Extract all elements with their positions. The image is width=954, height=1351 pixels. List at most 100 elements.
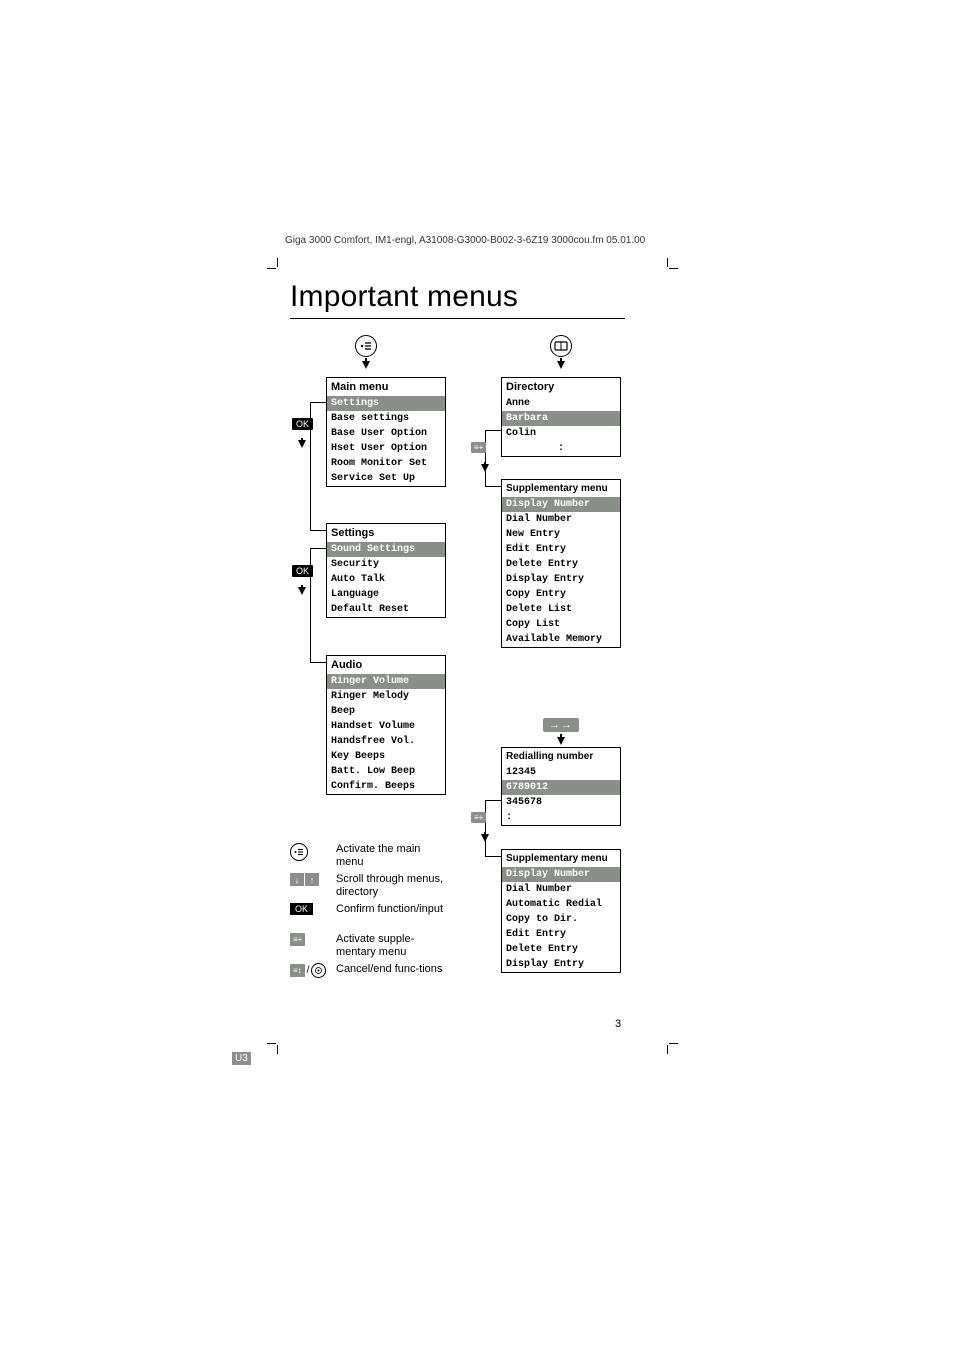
menu-item: Anne bbox=[502, 396, 620, 411]
directory-title: Directory bbox=[502, 378, 620, 396]
down-arrow-icon bbox=[362, 361, 370, 369]
redial-key-icon: →→ bbox=[543, 718, 579, 732]
menu-item: 345678 bbox=[502, 795, 620, 810]
document-header: Giga 3000 Comfort, IM1-engl, A31008-G300… bbox=[285, 235, 645, 246]
supplementary-title: Supplementary menu bbox=[502, 480, 620, 497]
menu-item: : bbox=[502, 810, 620, 825]
ok-badge: OK bbox=[292, 565, 313, 577]
crop-mark-top-left bbox=[267, 258, 281, 272]
menu-item: Colin bbox=[502, 426, 620, 441]
page-title: Important menus bbox=[290, 280, 518, 314]
supplementary-menu-box: Supplementary menu Display Number Dial N… bbox=[501, 479, 621, 648]
menu-item: Copy to Dir. bbox=[502, 912, 620, 927]
menu-item: Display Entry bbox=[502, 957, 620, 972]
menu-item: Available Memory bbox=[502, 632, 620, 647]
menu-item: Confirm. Beeps bbox=[327, 779, 445, 794]
menu-item: Security bbox=[327, 557, 445, 572]
corner-badge: U3 bbox=[232, 1052, 251, 1065]
main-menu-box: Main menu Settings Base settings Base Us… bbox=[326, 377, 446, 487]
menu-item: 6789012 bbox=[502, 780, 620, 795]
connector bbox=[485, 800, 501, 801]
menu-item: Room Monitor Set bbox=[327, 456, 445, 471]
directory-key-icon bbox=[550, 335, 572, 357]
crop-mark-bottom-left bbox=[267, 1040, 281, 1054]
ok-badge: OK bbox=[292, 418, 313, 430]
menu-item: Delete List bbox=[502, 602, 620, 617]
settings-box: Settings Sound Settings Security Auto Ta… bbox=[326, 523, 446, 618]
slash: / bbox=[307, 965, 310, 976]
menu-item: Beep bbox=[327, 704, 445, 719]
connector bbox=[485, 430, 486, 486]
menu-item: Edit Entry bbox=[502, 542, 620, 557]
supplementary-key-icon: ≡+ bbox=[290, 933, 305, 946]
menu-item: Display Number bbox=[502, 497, 620, 512]
audio-title: Audio bbox=[327, 656, 445, 674]
redialling-title: Redialling number bbox=[502, 748, 620, 765]
connector bbox=[485, 430, 501, 431]
supplementary-key-icon: ≡+ bbox=[471, 442, 486, 453]
menu-item: Base settings bbox=[327, 411, 445, 426]
menu-item: Handset Volume bbox=[327, 719, 445, 734]
menu-item: Key Beeps bbox=[327, 749, 445, 764]
menu-item: New Entry bbox=[502, 527, 620, 542]
connector bbox=[485, 800, 486, 856]
menu-item: Hset User Option bbox=[327, 441, 445, 456]
settings-title: Settings bbox=[327, 524, 445, 542]
back-key-icon: ≡↕ bbox=[290, 964, 305, 977]
down-arrow-icon bbox=[481, 834, 489, 842]
menu-item: Dial Number bbox=[502, 882, 620, 897]
end-key-icon bbox=[311, 963, 326, 978]
menu-item: Display Number bbox=[502, 867, 620, 882]
crop-mark-top-right bbox=[664, 258, 678, 272]
menu-item: Handsfree Vol. bbox=[327, 734, 445, 749]
down-arrow-icon bbox=[298, 587, 306, 595]
legend-text: Activate the main menu bbox=[336, 843, 446, 869]
redialling-box: Redialling number 12345 6789012 345678 : bbox=[501, 747, 621, 826]
connector bbox=[485, 856, 501, 857]
legend-text: Confirm function/input bbox=[336, 903, 446, 916]
menu-item: Ringer Melody bbox=[327, 689, 445, 704]
legend-text: Activate supple-mentary menu bbox=[336, 933, 446, 959]
legend-text: Cancel/end func-tions bbox=[336, 963, 446, 976]
menu-item: Delete Entry bbox=[502, 942, 620, 957]
crop-mark-bottom-right bbox=[664, 1040, 678, 1054]
menu-item: Ringer Volume bbox=[327, 674, 445, 689]
menu-item: Copy List bbox=[502, 617, 620, 632]
title-underline bbox=[290, 318, 625, 319]
ok-key-icon: OK bbox=[290, 903, 313, 915]
menu-item: Auto Talk bbox=[327, 572, 445, 587]
connector bbox=[310, 662, 326, 663]
menu-item: Copy Entry bbox=[502, 587, 620, 602]
menu-item: Settings bbox=[327, 396, 445, 411]
menu-item: Automatic Redial bbox=[502, 897, 620, 912]
supplementary-key-icon: ≡+ bbox=[471, 812, 486, 823]
down-arrow-icon bbox=[481, 464, 489, 472]
menu-item: Edit Entry bbox=[502, 927, 620, 942]
down-key-icon: ↓ bbox=[290, 873, 304, 886]
legend-text: Scroll through menus, directory bbox=[336, 873, 446, 899]
menu-item: Language bbox=[327, 587, 445, 602]
connector bbox=[310, 530, 326, 531]
menu-item: Display Entry bbox=[502, 572, 620, 587]
directory-box: Directory Anne Barbara Colin : bbox=[501, 377, 621, 457]
menu-key-icon bbox=[290, 843, 308, 861]
down-arrow-icon bbox=[298, 440, 306, 448]
menu-item: : bbox=[502, 441, 620, 456]
menu-key-icon bbox=[355, 335, 377, 357]
supplementary-title: Supplementary menu bbox=[502, 850, 620, 867]
down-arrow-icon bbox=[557, 737, 565, 745]
menu-item: Base User Option bbox=[327, 426, 445, 441]
connector bbox=[310, 402, 326, 403]
main-menu-title: Main menu bbox=[327, 378, 445, 396]
menu-item: Dial Number bbox=[502, 512, 620, 527]
connector bbox=[310, 548, 326, 549]
page-number: 3 bbox=[615, 1018, 621, 1030]
down-arrow-icon bbox=[557, 361, 565, 369]
connector bbox=[485, 486, 501, 487]
supplementary-menu-box-2: Supplementary menu Display Number Dial N… bbox=[501, 849, 621, 973]
menu-item: Service Set Up bbox=[327, 471, 445, 486]
menu-item: Barbara bbox=[502, 411, 620, 426]
menu-item: Batt. Low Beep bbox=[327, 764, 445, 779]
audio-box: Audio Ringer Volume Ringer Melody Beep H… bbox=[326, 655, 446, 795]
menu-item: Default Reset bbox=[327, 602, 445, 617]
